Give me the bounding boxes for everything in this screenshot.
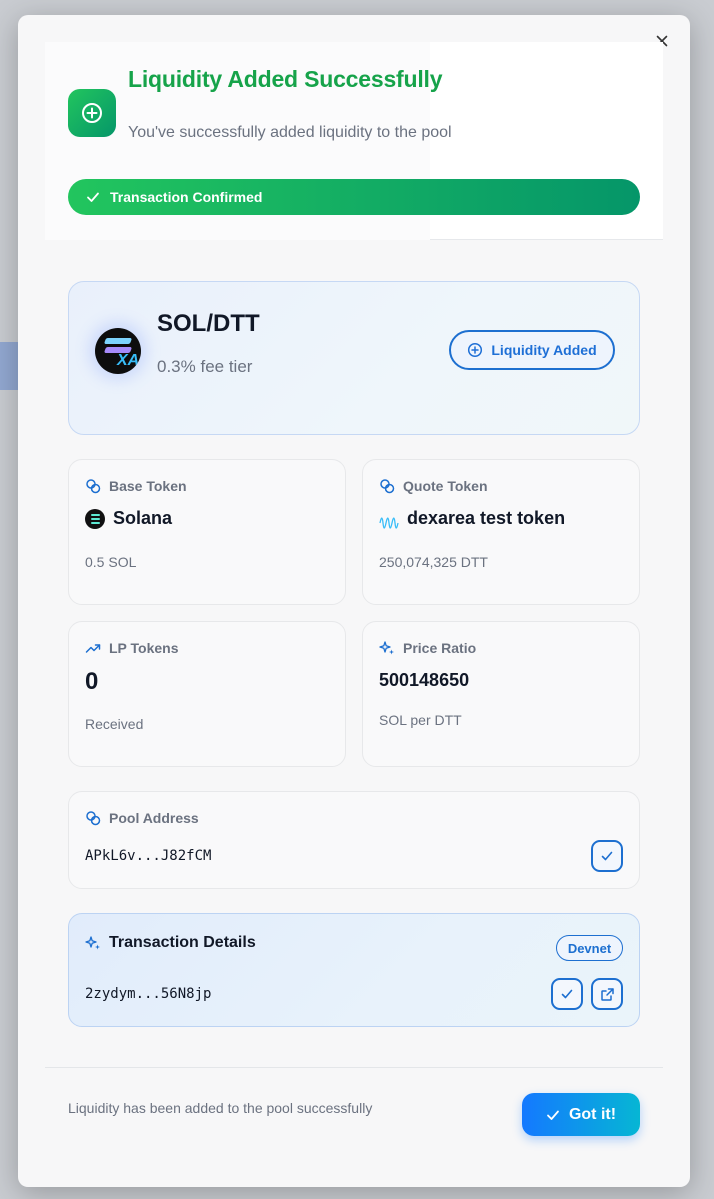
base-token-amount: 0.5 SOL — [85, 554, 137, 570]
trending-up-icon — [85, 644, 101, 653]
copy-pool-address-button[interactable] — [591, 840, 623, 872]
lp-tokens-sub: Received — [85, 716, 144, 732]
lp-tokens-card: LP Tokens 0 Received — [68, 621, 346, 767]
coins-icon — [86, 479, 101, 494]
pair-summary-card: XAF SOL/DTT 0.3% fee tier Liquidity Adde… — [68, 281, 640, 435]
plus-circle-icon — [468, 342, 483, 358]
sparkles-icon — [379, 641, 394, 655]
price-ratio-value: 500148650 — [379, 670, 470, 690]
footer-divider — [45, 1067, 663, 1068]
transaction-details-label: Transaction Details — [109, 934, 256, 951]
coins-icon — [86, 811, 101, 826]
badge-label: Liquidity Added — [491, 342, 597, 358]
price-ratio-sub: SOL per DTT — [379, 712, 462, 728]
dtt-token-logo-icon — [379, 516, 399, 529]
sparkles-icon — [85, 936, 100, 950]
check-icon — [547, 1110, 559, 1120]
pool-address-card: Pool Address APkL6v...J82fCM — [68, 791, 640, 889]
check-icon — [561, 989, 573, 999]
got-it-button[interactable]: Got it! — [522, 1093, 640, 1136]
transaction-details-card: Transaction Details Devnet 2zydym...56N8… — [68, 913, 640, 1027]
quote-token-name: dexarea test token — [407, 508, 566, 528]
pool-address-label: Pool Address — [109, 810, 199, 826]
footer-message: Liquidity has been added to the pool suc… — [68, 1100, 373, 1116]
price-ratio-label: Price Ratio — [403, 640, 477, 656]
transaction-status-bar: Transaction Confirmed — [68, 179, 640, 215]
price-ratio-card: Price Ratio 500148650 SOL per DTT — [362, 621, 640, 767]
lp-tokens-label: LP Tokens — [109, 640, 179, 656]
got-it-label: Got it! — [568, 1105, 617, 1123]
liquidity-added-badge: Liquidity Added — [449, 330, 615, 370]
network-badge: Devnet — [556, 935, 623, 961]
check-icon — [601, 851, 613, 861]
external-link-icon — [600, 987, 614, 1001]
pair-name: SOL/DTT — [157, 310, 260, 337]
plus-circle-icon — [68, 89, 116, 137]
quote-token-card: Quote Token dexarea test token 250,074,3… — [362, 459, 640, 605]
copy-transaction-hash-button[interactable] — [551, 978, 583, 1010]
base-token-card: Base Token Solana 0.5 SOL — [68, 459, 346, 605]
base-token-label: Base Token — [109, 478, 187, 494]
dialog-title: Liquidity Added Successfully — [128, 66, 443, 92]
check-icon — [87, 192, 99, 202]
pool-address-value: APkL6v...J82fCM — [85, 848, 212, 864]
open-explorer-button[interactable] — [591, 978, 623, 1010]
lp-tokens-value: 0 — [85, 668, 99, 695]
transaction-hash: 2zydym...56N8jp — [85, 986, 212, 1002]
success-dialog: Liquidity Added Successfully You've succ… — [18, 15, 690, 1187]
coins-icon — [380, 479, 395, 494]
status-text: Transaction Confirmed — [110, 189, 263, 205]
quote-token-label: Quote Token — [403, 478, 488, 494]
logo-text: XAF — [117, 352, 141, 369]
solana-logo-icon — [85, 508, 105, 529]
quote-token-amount: 250,074,325 DTT — [379, 554, 488, 570]
pair-token-logo: XAF — [95, 328, 141, 374]
base-token-name: Solana — [113, 508, 173, 528]
dialog-subtitle: You've successfully added liquidity to t… — [128, 124, 452, 141]
fee-tier: 0.3% fee tier — [157, 357, 253, 376]
